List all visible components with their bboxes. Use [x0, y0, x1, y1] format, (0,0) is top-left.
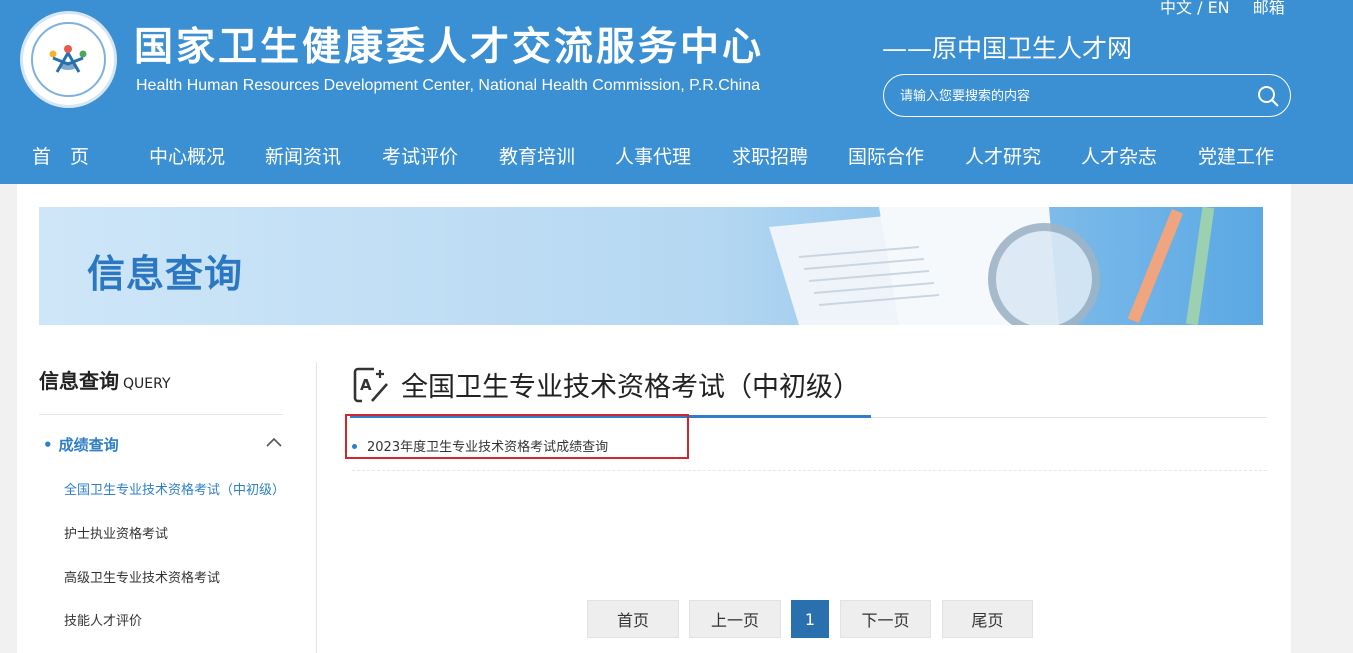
- section-title: 全国卫生专业技术资格考试（中初级）: [401, 372, 860, 403]
- nav-item-research[interactable]: 人才研究: [965, 142, 1041, 169]
- site-title-en: Health Human Resources Development Cente…: [136, 77, 760, 94]
- nav-item-jobs[interactable]: 求职招聘: [732, 142, 808, 169]
- sidebar-item-nurse-exam[interactable]: 护士执业资格考试: [64, 523, 168, 542]
- nav-item-news[interactable]: 新闻资讯: [265, 142, 341, 169]
- logo-figures-icon: [49, 45, 87, 73]
- sidebar-item-intermediate-exam[interactable]: 全国卫生专业技术资格考试（中初级）: [64, 479, 285, 498]
- edit-document-icon: A: [353, 367, 388, 403]
- pager-first-button[interactable]: 首页: [587, 600, 679, 638]
- nav-item-party[interactable]: 党建工作: [1198, 142, 1274, 169]
- top-links: 中文 / EN 邮箱: [1160, 0, 1303, 18]
- search-icon[interactable]: [1256, 84, 1280, 108]
- highlight-annotation-box: [345, 414, 689, 459]
- nav-item-about[interactable]: 中心概况: [149, 142, 225, 169]
- emblem-logo-icon[interactable]: [20, 11, 117, 108]
- svg-text:A: A: [360, 376, 372, 394]
- site-subtitle: ——原中国卫生人才网: [882, 34, 1133, 63]
- nav-item-international[interactable]: 国际合作: [848, 142, 924, 169]
- site-title-cn: 国家卫生健康委人才交流服务中心: [134, 25, 765, 70]
- nav-item-magazine[interactable]: 人才杂志: [1081, 142, 1157, 169]
- sidebar-item-skill-evaluation[interactable]: 技能人才评价: [64, 610, 142, 629]
- column-divider: [316, 362, 317, 653]
- sidebar-title-en: QUERY: [123, 376, 171, 392]
- banner-title: 信息查询: [87, 252, 244, 296]
- pager-last-button[interactable]: 尾页: [942, 600, 1033, 638]
- pager-next-button[interactable]: 下一页: [840, 600, 931, 638]
- nav-item-home[interactable]: 首 页: [32, 142, 89, 169]
- sidebar-title: 信息查询 QUERY: [39, 365, 171, 394]
- nav-item-personnel-agency[interactable]: 人事代理: [615, 142, 691, 169]
- page-banner: 信息查询: [39, 207, 1263, 325]
- site-header: 国家卫生健康委人才交流服务中心 Health Human Resources D…: [0, 0, 1353, 184]
- sidebar-title-cn: 信息查询: [39, 369, 119, 393]
- sidebar-category-score-query[interactable]: • 成绩查询: [43, 434, 119, 455]
- sidebar-category-label: 成绩查询: [58, 436, 119, 454]
- main-nav: 首 页 中心概况 新闻资讯 考试评价 教育培训 人事代理 求职招聘 国际合作 人…: [0, 136, 1353, 170]
- pager-current-page[interactable]: 1: [791, 600, 829, 638]
- mail-link[interactable]: 邮箱: [1253, 0, 1285, 17]
- pager-prev-button[interactable]: 上一页: [689, 600, 781, 638]
- category-dot: •: [43, 436, 53, 454]
- sidebar-item-senior-exam[interactable]: 高级卫生专业技术资格考试: [64, 567, 220, 586]
- nav-item-exam[interactable]: 考试评价: [382, 142, 458, 169]
- search-box: [883, 74, 1291, 117]
- documents-magnifier-illustration: [769, 207, 1215, 325]
- list-separator: [352, 470, 1267, 471]
- nav-item-training[interactable]: 教育培训: [499, 142, 575, 169]
- search-input[interactable]: [900, 85, 1240, 107]
- chevron-up-icon[interactable]: [266, 437, 282, 447]
- sidebar-divider: [39, 414, 283, 415]
- language-switch-link[interactable]: 中文 / EN: [1160, 0, 1230, 17]
